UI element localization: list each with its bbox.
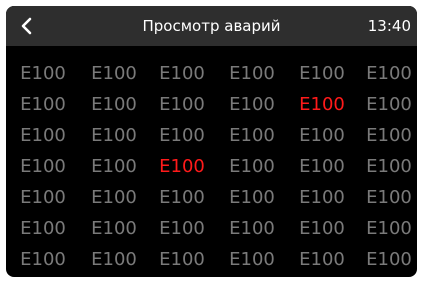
- alarm-code[interactable]: E100: [84, 244, 144, 275]
- alarm-code[interactable]: E100: [84, 58, 144, 89]
- clock-time: 13:40: [367, 17, 411, 35]
- alarm-code[interactable]: E100: [292, 120, 352, 151]
- alarm-code[interactable]: E100: [152, 213, 212, 244]
- alarm-row: E100 E100 E100 E100 E100 E100: [6, 89, 417, 120]
- alarm-code[interactable]: E100: [222, 89, 282, 120]
- alarm-view-screen: Просмотр аварий 13:40 E100 E100 E100 E100 E1…: [6, 6, 417, 277]
- alarm-code[interactable]: E100: [292, 151, 352, 182]
- alarm-code[interactable]: E100: [84, 151, 144, 182]
- alarm-code[interactable]: E100: [152, 120, 212, 151]
- alarm-code[interactable]: E100: [222, 120, 282, 151]
- alarm-code[interactable]: E100: [152, 244, 212, 275]
- alarm-code[interactable]: E100: [222, 58, 282, 89]
- alarm-code[interactable]: E100: [359, 89, 417, 120]
- alarm-code[interactable]: E100: [13, 120, 73, 151]
- alarm-code[interactable]: E100: [222, 182, 282, 213]
- alarm-row: E100 E100 E100 E100 E100 E100: [6, 151, 417, 182]
- alarm-code[interactable]: E100: [13, 213, 73, 244]
- alarm-code[interactable]: E100: [292, 213, 352, 244]
- alarm-code-grid: E100 E100 E100 E100 E100 E100 E100 E100 E100 E100…: [6, 58, 417, 275]
- alarm-code-active[interactable]: E100: [152, 151, 212, 182]
- alarm-row: E100 E100 E100 E100 E100 E100: [6, 244, 417, 275]
- alarm-code[interactable]: E100: [222, 151, 282, 182]
- alarm-code[interactable]: E100: [152, 58, 212, 89]
- alarm-code[interactable]: E100: [13, 89, 73, 120]
- alarm-code[interactable]: E100: [359, 182, 417, 213]
- alarm-code[interactable]: E100: [152, 89, 212, 120]
- alarm-code[interactable]: E100: [292, 182, 352, 213]
- alarm-code[interactable]: E100: [13, 151, 73, 182]
- alarm-row: E100 E100 E100 E100 E100 E100: [6, 182, 417, 213]
- alarm-code[interactable]: E100: [84, 89, 144, 120]
- alarm-code[interactable]: E100: [359, 244, 417, 275]
- alarm-code[interactable]: E100: [222, 244, 282, 275]
- alarm-code-active[interactable]: E100: [292, 89, 352, 120]
- alarm-row: E100 E100 E100 E100 E100 E100: [6, 58, 417, 89]
- alarm-code[interactable]: E100: [222, 213, 282, 244]
- alarm-code[interactable]: E100: [359, 213, 417, 244]
- alarm-code[interactable]: E100: [359, 151, 417, 182]
- alarm-row: E100 E100 E100 E100 E100 E100: [6, 213, 417, 244]
- alarm-code[interactable]: E100: [292, 58, 352, 89]
- alarm-code[interactable]: E100: [13, 182, 73, 213]
- alarm-code[interactable]: E100: [84, 182, 144, 213]
- alarm-code[interactable]: E100: [13, 58, 73, 89]
- alarm-code[interactable]: E100: [84, 120, 144, 151]
- alarm-code[interactable]: E100: [84, 213, 144, 244]
- alarm-code[interactable]: E100: [292, 244, 352, 275]
- alarm-code[interactable]: E100: [359, 58, 417, 89]
- alarm-code[interactable]: E100: [359, 120, 417, 151]
- alarm-code[interactable]: E100: [152, 182, 212, 213]
- alarm-row: E100 E100 E100 E100 E100 E100: [6, 120, 417, 151]
- alarm-code[interactable]: E100: [13, 244, 73, 275]
- header-bar: Просмотр аварий 13:40: [6, 6, 417, 46]
- page-title: Просмотр аварий: [142, 17, 281, 35]
